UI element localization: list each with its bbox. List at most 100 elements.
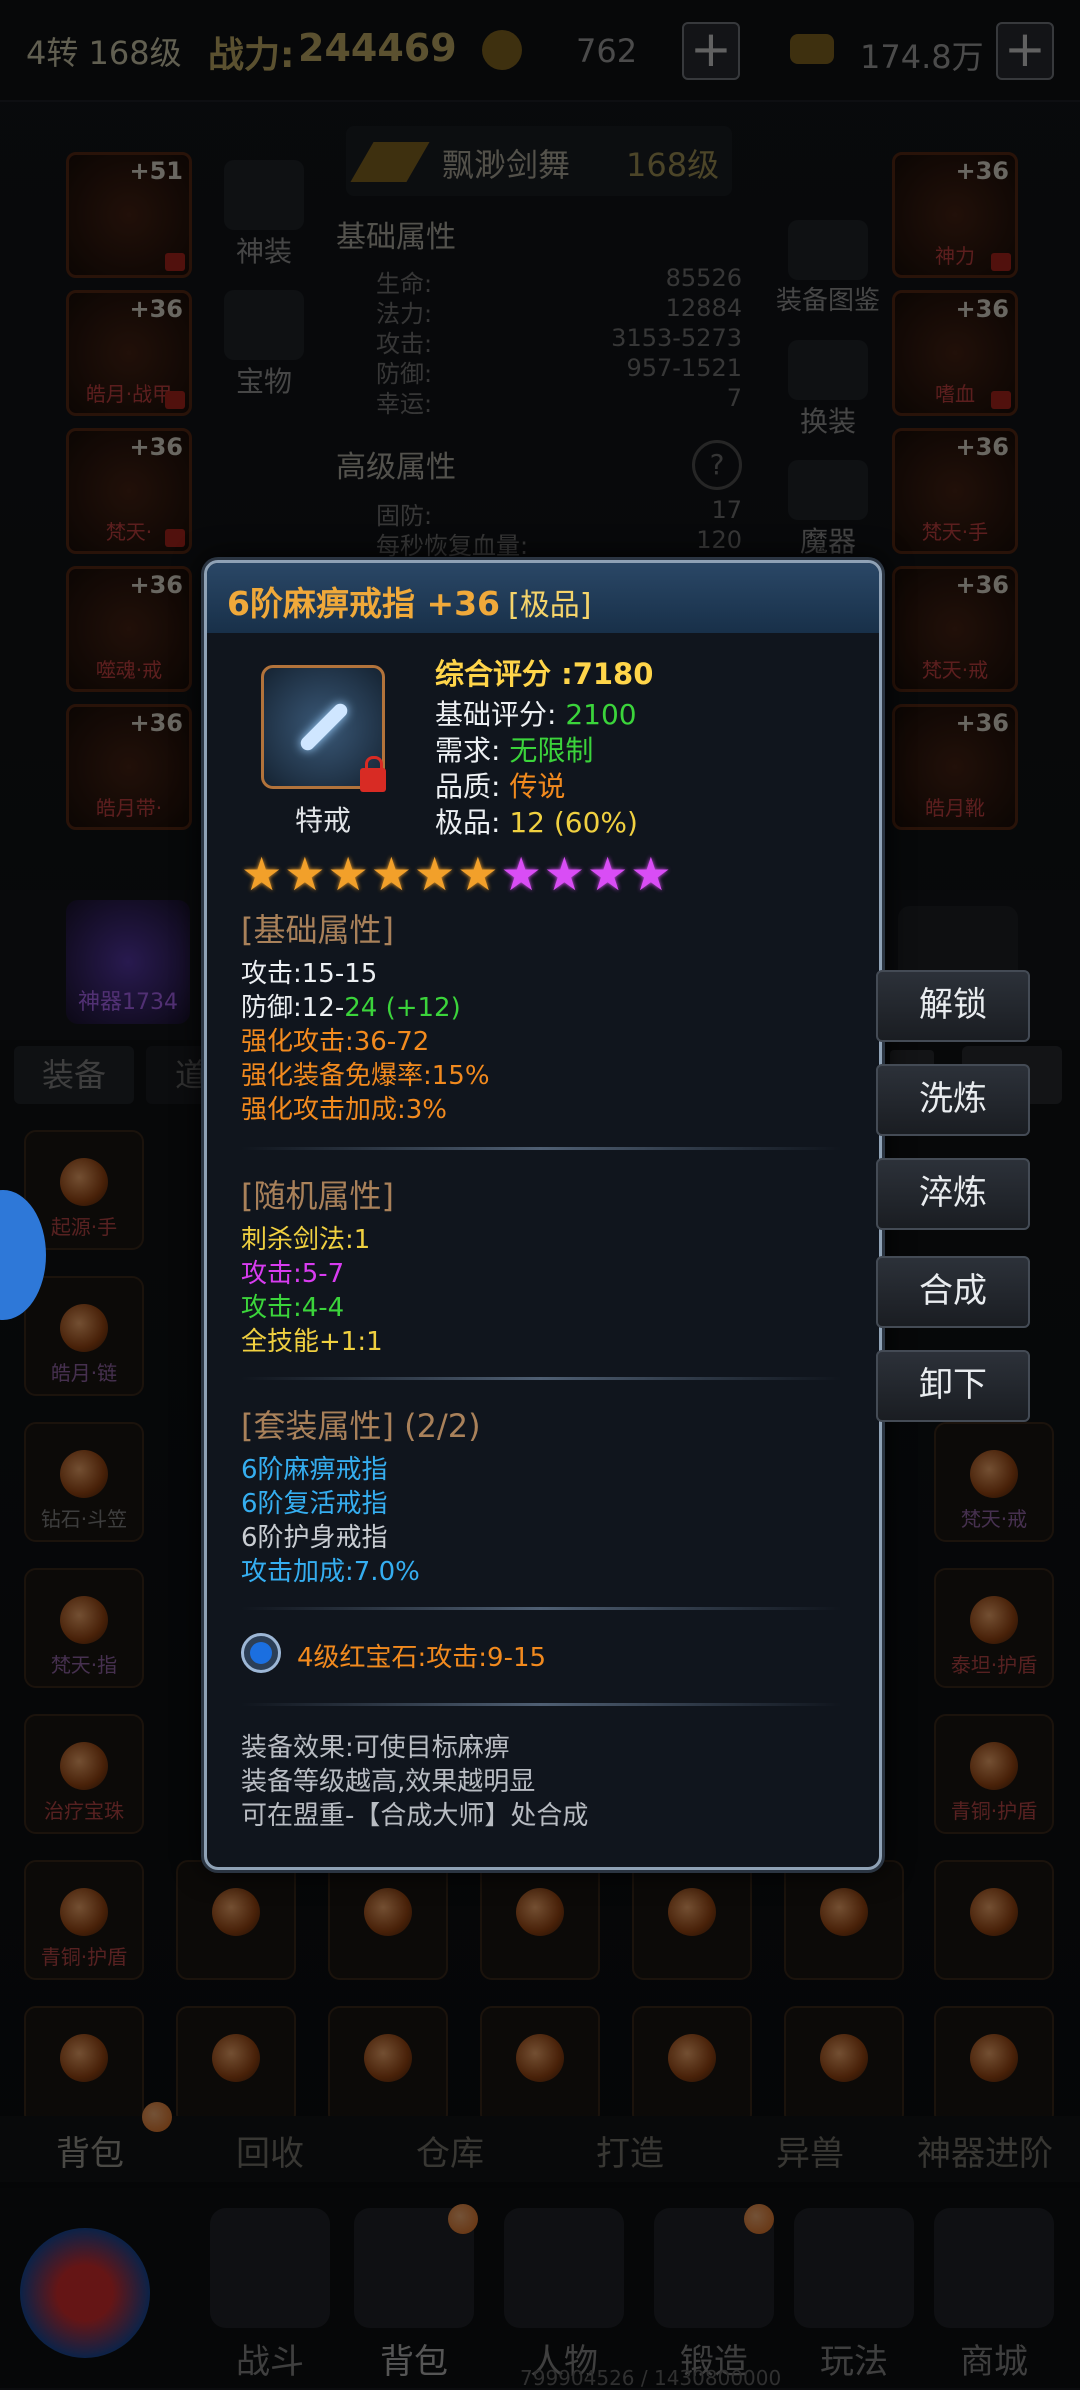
item-icon xyxy=(212,2034,260,2082)
attr-row: 攻击: 3153-5273 xyxy=(376,324,742,358)
attr-enhanced-bonus: 强化攻击加成:3% xyxy=(241,1095,448,1125)
item-title: 6阶麻痹戒指 +36 [极品] xyxy=(227,577,591,625)
weapon-name: 飘渺剑舞 xyxy=(442,146,571,184)
gold-star-icon: ★ xyxy=(241,847,283,901)
tab-bag[interactable]: 背包 xyxy=(20,2126,160,2175)
inventory-item[interactable] xyxy=(480,2006,600,2126)
inventory-item[interactable] xyxy=(480,1860,600,1980)
refine-button[interactable]: 洗炼 xyxy=(876,1064,1030,1136)
premium: 极品: 12 (60%) xyxy=(435,801,638,841)
tab-recycle[interactable]: 回收 xyxy=(200,2126,340,2175)
tab-beasts[interactable]: 异兽 xyxy=(740,2126,880,2175)
inventory-item[interactable] xyxy=(176,2006,296,2126)
gold-star-icon: ★ xyxy=(414,847,456,901)
god-weapon-slot[interactable]: 神器1734 xyxy=(66,900,190,1024)
add-coins-button[interactable]: + xyxy=(682,22,740,80)
slot-level: +36 xyxy=(955,295,1009,323)
effect-line: 可在盟重-【合成大师】处合成 xyxy=(241,1801,589,1831)
info-label: 极品: xyxy=(435,806,510,839)
treasure-icon xyxy=(224,290,304,360)
item-icon xyxy=(820,2034,868,2082)
inventory-item[interactable]: 梵天·戒 xyxy=(934,1422,1054,1542)
base-attr-title: [基础属性] xyxy=(241,911,394,949)
equip-atlas-button[interactable]: 装备图鉴 xyxy=(768,220,888,317)
equip-slot[interactable]: +36 噬魂·戒 xyxy=(66,566,192,692)
inventory-item[interactable] xyxy=(784,1860,904,1980)
item-name: 青铜·护盾 xyxy=(40,1945,128,1969)
score-label: 综合评分 : xyxy=(435,657,573,691)
notification-dot xyxy=(142,2102,172,2132)
inventory-item[interactable]: 青铜·护盾 xyxy=(24,1860,144,1980)
inventory-item[interactable] xyxy=(632,2006,752,2126)
item-name: 梵天·指 xyxy=(50,1653,118,1677)
attr-value: 3153-5273 xyxy=(611,324,742,352)
item-type-label: 特戒 xyxy=(294,804,351,837)
unlock-button[interactable]: 解锁 xyxy=(876,970,1030,1042)
tab-artifact-upgrade[interactable]: 神器进阶 xyxy=(900,2126,1070,2175)
equip-slot[interactable]: +36 梵天· xyxy=(66,428,192,554)
equip-slot[interactable]: +36 梵天·手 xyxy=(892,428,1018,554)
equip-slot[interactable]: +36 嗜血 xyxy=(892,290,1018,416)
unequip-button[interactable]: 卸下 xyxy=(876,1350,1030,1422)
inventory-item[interactable] xyxy=(784,2006,904,2126)
tab-equipment[interactable]: 装备 xyxy=(14,1046,134,1104)
temper-button[interactable]: 淬炼 xyxy=(876,1158,1030,1230)
nav-shop[interactable]: 商城 xyxy=(904,2208,1080,2383)
divine-gear-button[interactable]: 神装 xyxy=(214,160,314,270)
attr-enhanced-burst: 强化装备免爆率:15% xyxy=(241,1061,490,1091)
inventory-item[interactable]: 皓月·链 xyxy=(24,1276,144,1396)
gem-socket-icon xyxy=(241,1633,281,1673)
nav-label: 商城 xyxy=(960,2342,1028,2382)
item-icon xyxy=(212,1888,260,1936)
combine-button[interactable]: 合成 xyxy=(876,1256,1030,1328)
sword-icon xyxy=(350,142,430,182)
info-value: 传说 xyxy=(509,770,566,803)
help-icon[interactable]: ? xyxy=(692,440,742,490)
tab-warehouse[interactable]: 仓库 xyxy=(380,2126,520,2175)
attr-value: 17 xyxy=(711,496,742,524)
random-attr-title: [随机属性] xyxy=(241,1177,394,1215)
bottom-nav: 战斗 背包 人物 锻造 玩法 商城 799904526 / 1430800000 xyxy=(0,2188,1080,2390)
slot-level: +36 xyxy=(955,709,1009,737)
equip-slot[interactable]: +36 神力 xyxy=(892,152,1018,278)
attr-row: 法力: 12884 xyxy=(376,294,742,328)
inventory-item[interactable]: 钻石·斗笠 xyxy=(24,1422,144,1542)
gold-star-icon: ★ xyxy=(457,847,499,901)
inventory-item[interactable] xyxy=(934,1860,1054,1980)
yin-yang-orb-icon[interactable] xyxy=(20,2228,150,2358)
equip-slot[interactable]: +36 皓月·战甲 xyxy=(66,290,192,416)
equip-slot[interactable]: +51 xyxy=(66,152,192,278)
weapon-level: 168级 xyxy=(626,146,720,184)
equip-slot[interactable]: +36 皓月靴 xyxy=(892,704,1018,830)
change-outfit-button[interactable]: 换装 xyxy=(768,340,888,440)
inventory-item[interactable] xyxy=(24,2006,144,2126)
lock-icon xyxy=(165,391,185,409)
inventory-item[interactable] xyxy=(632,1860,752,1980)
item-icon xyxy=(970,1596,1018,1644)
equip-slot[interactable]: +36 皓月带· xyxy=(66,704,192,830)
divine-gear-icon xyxy=(224,160,304,230)
magic-weapon-button[interactable]: 魔器 xyxy=(768,460,888,560)
inventory-item[interactable]: 梵天·指 xyxy=(24,1568,144,1688)
inventory-item[interactable] xyxy=(176,1860,296,1980)
item-name: 钻石·斗笠 xyxy=(40,1507,128,1531)
tab-forge[interactable]: 打造 xyxy=(560,2126,700,2175)
equip-slot[interactable]: +36 梵天·戒 xyxy=(892,566,1018,692)
inventory-item[interactable] xyxy=(328,2006,448,2126)
slot-level: +36 xyxy=(129,433,183,461)
item-icon-frame xyxy=(261,665,386,792)
treasure-button[interactable]: 宝物 xyxy=(214,290,314,400)
inventory-item[interactable] xyxy=(328,1860,448,1980)
info-value: 12 (60%) xyxy=(509,806,638,839)
inventory-item[interactable]: 青铜·护盾 xyxy=(934,1714,1054,1834)
inventory-item[interactable]: 泰坦·护盾 xyxy=(934,1568,1054,1688)
item-grade: [极品] xyxy=(508,588,592,623)
outfit-icon xyxy=(788,340,868,400)
divider xyxy=(241,1147,841,1150)
inventory-item[interactable]: 治疗宝珠 xyxy=(24,1714,144,1834)
coin-icon xyxy=(482,30,522,70)
info-label: 需求: xyxy=(435,734,510,767)
attr-defense: 防御:12-24 (+12) xyxy=(241,987,461,1024)
inventory-item[interactable] xyxy=(934,2006,1054,2126)
add-gold-button[interactable]: + xyxy=(996,22,1054,80)
